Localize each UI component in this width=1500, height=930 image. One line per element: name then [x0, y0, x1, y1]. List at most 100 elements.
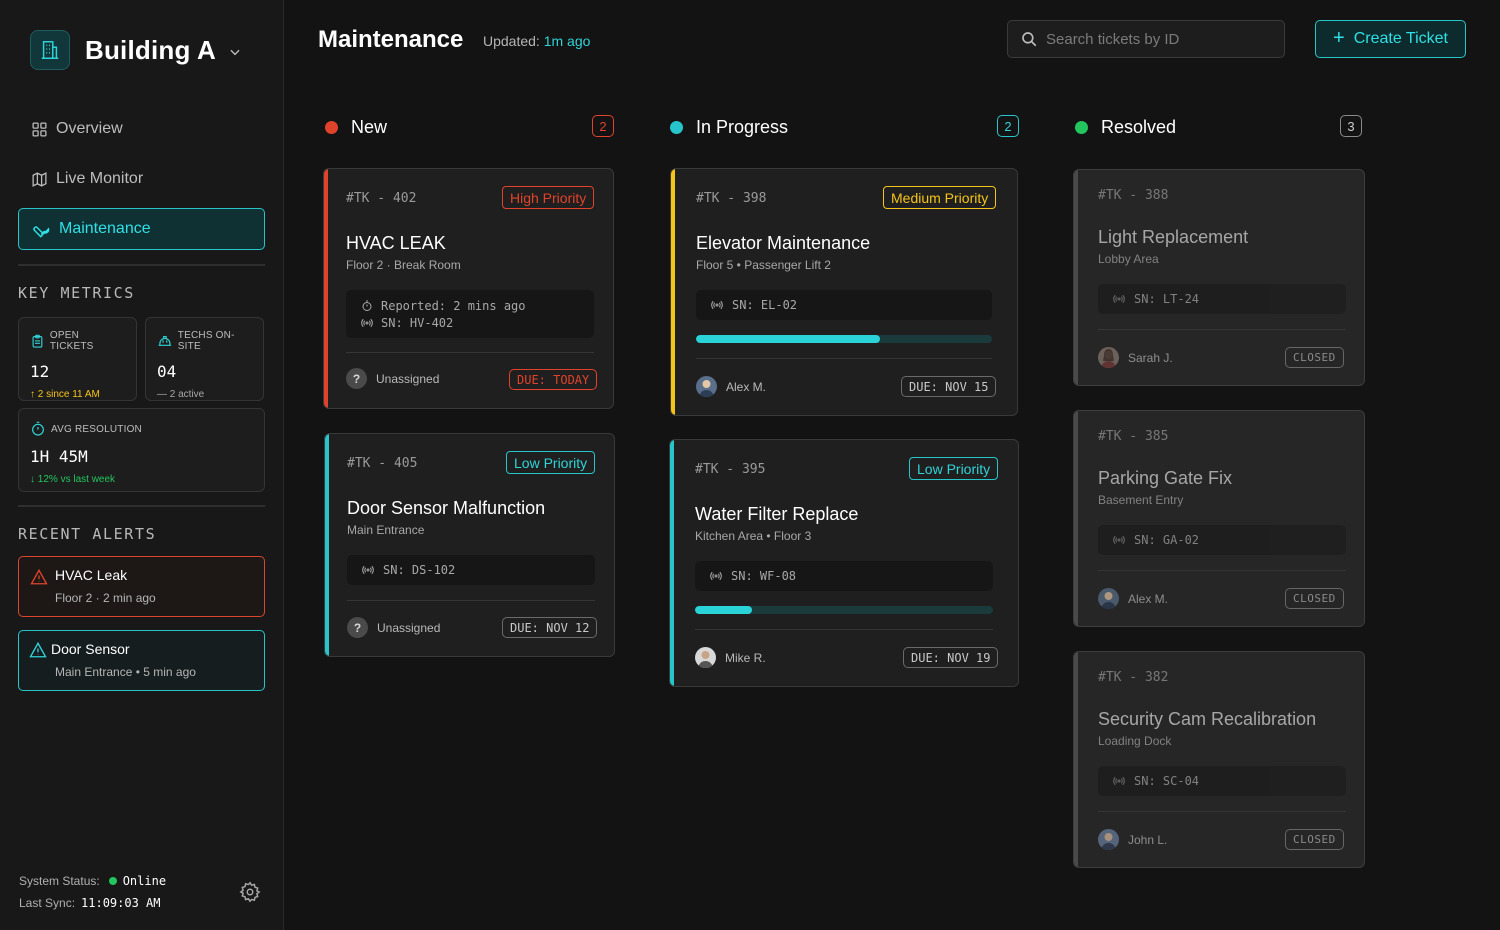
plus-icon: +	[1333, 26, 1345, 49]
closed-badge: CLOSED	[1285, 829, 1344, 850]
card-stripe	[324, 169, 328, 408]
serial-box: SN: LT-24	[1098, 284, 1346, 314]
metric-value: 04	[157, 362, 177, 381]
ticket-title: Parking Gate Fix	[1098, 468, 1233, 488]
updated-value: 1m ago	[543, 33, 591, 49]
ticket-card-385[interactable]: #TK - 385 Parking Gate Fix Basement Entr…	[1073, 410, 1365, 627]
status-dot	[670, 120, 683, 134]
ticket-title: Elevator Maintenance	[696, 233, 871, 253]
updated-indicator: Updated: 1m ago	[483, 33, 590, 49]
ticket-location: Main Entrance	[347, 523, 425, 537]
sync-label: Last Sync:	[19, 896, 76, 910]
card-stripe	[670, 440, 674, 686]
status-dot	[1075, 120, 1088, 134]
recent-alerts-title: RECENT ALERTS	[18, 525, 157, 543]
wrench-icon	[33, 225, 50, 238]
building-icon	[30, 30, 70, 70]
priority-badge: Medium Priority	[883, 186, 997, 209]
serial-number: SN: WF-08	[731, 569, 797, 583]
assignee: Alex M.	[1098, 588, 1168, 609]
key-metrics-title: KEY METRICS	[18, 284, 135, 302]
stopwatch-icon	[362, 300, 372, 311]
alert-hvac-leak[interactable]: HVAC Leak Floor 2 · 2 min ago	[18, 556, 265, 617]
serial-number: SN: SC-04	[1134, 774, 1200, 788]
chevron-down-icon	[230, 49, 240, 56]
serial-number: SN: HV-402	[381, 315, 454, 330]
warning-icon	[30, 568, 48, 585]
metric-avg-resolution: AVG RESOLUTION 1H 45M ↓ 12% vs last week	[18, 408, 265, 492]
progress-fill	[695, 606, 752, 614]
updated-label: Updated:	[483, 33, 540, 49]
card-stripe	[671, 169, 675, 415]
signal-icon	[1113, 294, 1125, 304]
ticket-title: Security Cam Recalibration	[1098, 709, 1317, 729]
ticket-location: Kitchen Area • Floor 3	[695, 529, 812, 543]
assignee-name: John L.	[1128, 832, 1168, 847]
assignee: Alex M.	[696, 376, 766, 397]
ticket-id: #TK - 388	[1098, 188, 1169, 203]
nav-live-monitor[interactable]: Live Monitor	[18, 158, 265, 200]
status-dot	[108, 877, 117, 885]
alert-door-sensor[interactable]: Door Sensor Main Entrance • 5 min ago	[18, 630, 265, 691]
divider	[18, 505, 265, 507]
divider	[1098, 329, 1346, 330]
ticket-card-398[interactable]: #TK - 398 Medium Priority Elevator Maint…	[670, 168, 1018, 416]
metric-techs-onsite: TECHS ON-SITE 04 — 2 active	[145, 317, 264, 401]
assignee: ? Unassigned	[346, 368, 439, 389]
assignee-name: Unassigned	[376, 371, 440, 386]
status-value: Online	[122, 874, 167, 888]
divider	[696, 358, 992, 359]
divider	[695, 629, 993, 630]
serial-number: SN: GA-02	[1134, 533, 1200, 547]
ticket-card-388[interactable]: #TK - 388 Light Replacement Lobby Area S…	[1073, 169, 1365, 386]
assignee-name: Sarah J.	[1128, 350, 1173, 365]
nav-overview[interactable]: Overview	[18, 108, 265, 150]
ticket-card-395[interactable]: #TK - 395 Low Priority Water Filter Repl…	[669, 439, 1019, 687]
ticket-card-382[interactable]: #TK - 382 Security Cam Recalibration Loa…	[1073, 651, 1365, 868]
sync-value: 11:09:03 AM	[81, 896, 161, 910]
ticket-card-402[interactable]: #TK - 402 High Priority HVAC LEAK Floor …	[323, 168, 614, 409]
create-ticket-button[interactable]: + Create Ticket	[1315, 20, 1466, 58]
search-input[interactable]	[1046, 30, 1266, 48]
serial-box: SN: EL-02	[696, 290, 992, 320]
signal-icon	[1113, 535, 1125, 545]
grid-icon	[32, 121, 47, 137]
timer-icon	[32, 421, 44, 436]
card-stripe	[1074, 411, 1078, 626]
avatar	[1098, 588, 1119, 609]
ticket-location: Basement Entry	[1098, 493, 1184, 507]
card-stripe	[1074, 170, 1078, 385]
gear-icon[interactable]	[239, 881, 261, 903]
ticket-location: Lobby Area	[1098, 252, 1159, 266]
due-badge: DUE: NOV 12	[502, 617, 598, 638]
column-header-resolved: Resolved	[1075, 114, 1176, 140]
column-title: In Progress	[696, 116, 789, 137]
nav-maintenance[interactable]: Maintenance	[18, 208, 265, 250]
column-header-new: New	[325, 114, 387, 140]
create-ticket-label: Create Ticket	[1353, 30, 1448, 47]
metric-label: TECHS ON-SITE	[177, 330, 235, 352]
assignee-name: Mike R.	[725, 650, 766, 665]
metric-sub: — 2 active	[157, 389, 205, 400]
progress-bar	[695, 606, 993, 614]
serial-number: SN: DS-102	[383, 563, 456, 577]
metric-open-tickets: OPEN TICKETS 12 ↑ 2 since 11 AM	[18, 317, 137, 401]
search-box[interactable]	[1007, 20, 1285, 58]
serial-box: SN: SC-04	[1098, 766, 1346, 796]
serial-box: SN: WF-08	[695, 561, 993, 591]
status-label: System Status:	[19, 874, 100, 888]
signal-icon	[710, 571, 722, 581]
ticket-card-405[interactable]: #TK - 405 Low Priority Door Sensor Malfu…	[324, 433, 615, 657]
assignee-name: Unassigned	[377, 620, 441, 635]
metric-label: OPEN TICKETS	[49, 330, 94, 352]
divider	[1098, 811, 1346, 812]
unassigned-avatar: ?	[347, 617, 368, 638]
ticket-id: #TK - 385	[1098, 429, 1169, 444]
ticket-title: Water Filter Replace	[695, 504, 859, 524]
ticket-id: #TK - 402	[346, 191, 417, 206]
clipboard-icon	[32, 334, 43, 348]
avatar	[695, 647, 716, 668]
ticket-id: #TK - 405	[347, 456, 418, 471]
building-selector[interactable]: Building A	[30, 30, 242, 70]
nav-label: Overview	[56, 120, 123, 137]
